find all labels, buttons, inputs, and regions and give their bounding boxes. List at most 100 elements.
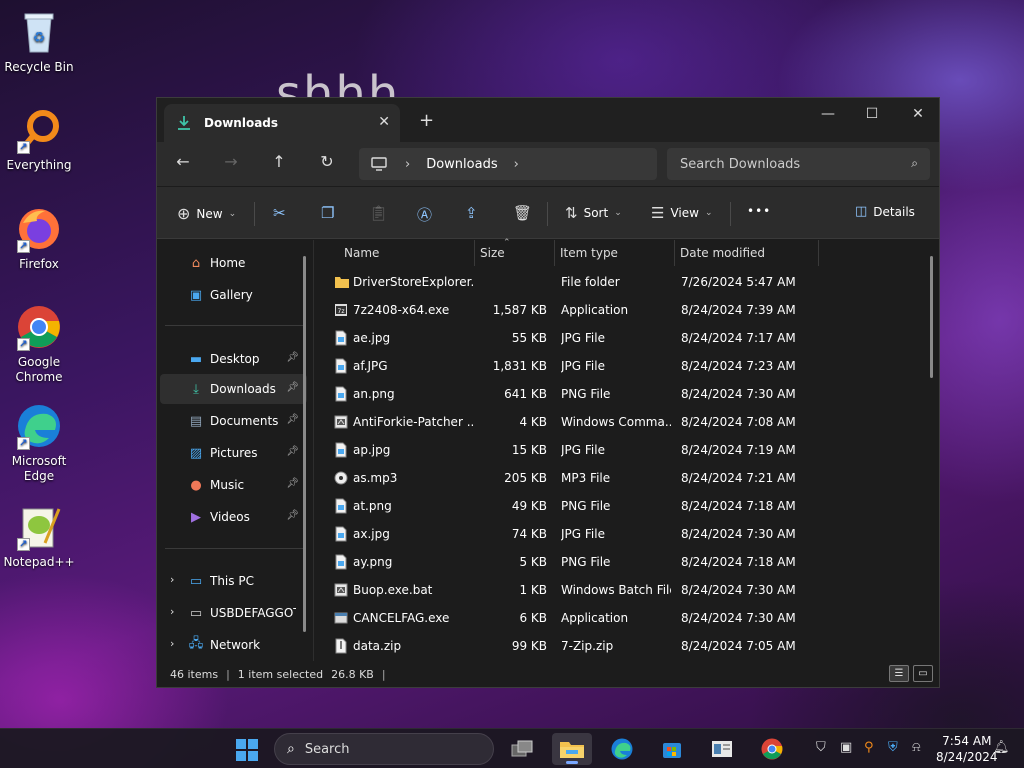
sidebar-item-network[interactable]: › 🖧︎ Network xyxy=(160,630,307,660)
sidebar-item-music[interactable]: ● Music 📌︎ xyxy=(160,470,307,500)
desktop-icon-recycle-bin[interactable]: ♻ Recycle Bin xyxy=(4,8,74,75)
address-bar[interactable]: › Downloads › xyxy=(359,148,657,180)
minimize-button[interactable]: — xyxy=(805,106,851,122)
table-row[interactable]: data.zip 99 KB 7-Zip.zip 8/24/2024 7:05 AM xyxy=(314,632,914,660)
forward-button[interactable]: → xyxy=(219,152,243,171)
search-input[interactable]: Search Downloads xyxy=(680,157,800,172)
cut-button[interactable]: ✂ xyxy=(273,204,286,222)
image-file-icon xyxy=(334,330,348,346)
chevron-right-icon[interactable]: › xyxy=(170,605,174,618)
sidebar-item-pictures[interactable]: ▨ Pictures 📌︎ xyxy=(160,438,307,468)
sidebar-item-videos[interactable]: ▶ Videos 📌︎ xyxy=(160,502,307,532)
table-row[interactable]: CANCELFAG.exe 6 KB Application 8/24/2024 7:… xyxy=(314,604,914,632)
desktop-folder-icon: ▬ xyxy=(189,351,203,367)
chevron-right-icon[interactable]: › xyxy=(170,573,174,586)
sidebar-item-downloads[interactable]: ⤓ Downloads 📌︎ xyxy=(160,374,307,404)
details-pane-button[interactable]: ◫ Details xyxy=(855,204,915,219)
table-row[interactable]: AntiForkie-Patcher ... 4 KB Windows Comma.… xyxy=(314,408,914,436)
column-divider[interactable] xyxy=(474,240,475,266)
breadcrumb-separator[interactable]: › xyxy=(514,157,519,172)
table-row[interactable]: ay.png 5 KB PNG File 8/24/2024 7:18 AM xyxy=(314,548,914,576)
column-divider[interactable] xyxy=(818,240,819,266)
everything-tray-icon[interactable]: ⚲ xyxy=(864,740,874,755)
table-row[interactable]: an.png 641 KB PNG File 8/24/2024 7:30 AM xyxy=(314,380,914,408)
sidebar-item-gallery[interactable]: ▣ Gallery xyxy=(160,280,307,310)
table-row[interactable]: af.JPG 1,831 KB JPG File 8/24/2024 7:23 AM xyxy=(314,352,914,380)
sidebar-item-documents[interactable]: ▤ Documents 📌︎ xyxy=(160,406,307,436)
paste-button[interactable]: 📋︎ xyxy=(369,204,388,222)
column-header-size[interactable]: Size xyxy=(480,246,505,260)
taskbar-chrome[interactable] xyxy=(752,733,792,765)
desktop-icon-firefox[interactable]: ↗ Firefox xyxy=(4,205,74,272)
search-box[interactable]: Search Downloads ⌕ xyxy=(667,148,930,180)
taskbar-microsoft-store[interactable] xyxy=(652,733,692,765)
breadcrumb-separator[interactable]: › xyxy=(405,157,410,172)
downloads-icon: ⤓ xyxy=(193,381,199,397)
taskbar-app[interactable] xyxy=(702,733,742,765)
taskbar-search[interactable]: ⌕ Search xyxy=(274,733,494,765)
desktop-icon-microsoft-edge[interactable]: ↗ Microsoft Edge xyxy=(4,402,74,484)
pin-icon[interactable]: 📌︎ xyxy=(286,382,299,393)
system-clock[interactable]: 7:54 AM 8/24/2024 xyxy=(936,733,998,765)
view-button[interactable]: ☰ View ⌄ xyxy=(651,204,712,222)
taskbar-edge[interactable] xyxy=(602,733,642,765)
table-row[interactable]: ap.jpg 15 KB JPG File 8/24/2024 7:19 AM xyxy=(314,436,914,464)
table-row[interactable]: Buop.exe.bat 1 KB Windows Batch File 8/24/2… xyxy=(314,576,914,604)
new-tab-button[interactable]: + xyxy=(419,110,434,131)
sidebar-item-this-pc[interactable]: › ▭ This PC xyxy=(160,566,307,596)
rename-button[interactable]: Ⓐ xyxy=(417,204,432,225)
start-button[interactable] xyxy=(236,739,258,761)
share-button[interactable]: ⇪ xyxy=(465,204,478,222)
table-row[interactable]: as.mp3 205 KB MP3 File 8/24/2024 7:21 AM xyxy=(314,464,914,492)
tab-downloads[interactable]: Downloads ✕ xyxy=(164,104,400,142)
more-options-button[interactable]: ••• xyxy=(747,204,771,218)
notifications-bell-icon[interactable]: 🔔︎ xyxy=(993,740,1010,755)
battery-tray-icon[interactable]: ⍾ xyxy=(912,740,921,755)
desktop-icon-label: Everything xyxy=(6,158,72,172)
taskbar-file-explorer[interactable] xyxy=(552,733,592,765)
sort-button[interactable]: ⇅ Sort ⌄ xyxy=(565,204,622,222)
security-tray-icon[interactable]: ⛨ xyxy=(888,740,898,755)
delete-button[interactable]: 🗑︎ xyxy=(513,204,532,222)
pin-icon[interactable]: 📌︎ xyxy=(286,478,299,489)
chevron-right-icon[interactable]: › xyxy=(170,637,174,650)
column-header-type[interactable]: Item type xyxy=(560,246,618,260)
table-row[interactable]: ae.jpg 55 KB JPG File 8/24/2024 7:17 AM xyxy=(314,324,914,352)
tab-close-icon[interactable]: ✕ xyxy=(378,114,390,130)
downloads-icon xyxy=(178,116,190,130)
column-header-date[interactable]: Date modified xyxy=(680,246,765,260)
table-row[interactable]: at.png 49 KB PNG File 8/24/2024 7:18 AM xyxy=(314,492,914,520)
new-button[interactable]: ⊕ New ⌄ xyxy=(177,204,236,223)
sidebar-item-usb-drive[interactable]: › ▭ USBDEFAGGOT ( xyxy=(160,598,307,628)
defender-tray-icon[interactable]: ⛉ xyxy=(816,740,826,755)
desktop-icon-notepad-plus-plus[interactable]: ↗ Notepad++ xyxy=(3,503,75,570)
network-tray-icon[interactable]: ▣ xyxy=(840,740,852,755)
column-divider[interactable] xyxy=(554,240,555,266)
column-header-name[interactable]: Name xyxy=(344,246,379,260)
pin-icon[interactable]: 📌︎ xyxy=(286,446,299,457)
refresh-button[interactable]: ↻ xyxy=(315,152,339,171)
table-row[interactable]: DriverStoreExplorer.... File folder 7/26/2… xyxy=(314,268,914,296)
table-row[interactable]: ax.jpg 74 KB JPG File 8/24/2024 7:30 AM xyxy=(314,520,914,548)
breadcrumb-current[interactable]: Downloads xyxy=(426,157,497,172)
pin-icon[interactable]: 📌︎ xyxy=(286,510,299,521)
pin-icon[interactable]: 📌︎ xyxy=(286,414,299,425)
column-divider[interactable] xyxy=(674,240,675,266)
tiles-view-icon[interactable]: ▭ xyxy=(913,665,933,682)
table-row[interactable]: 7z 7z2408-x64.exe 1,587 KB Application 8/24/… xyxy=(314,296,914,324)
sidebar-item-home[interactable]: ⌂ Home xyxy=(160,248,307,278)
desktop-icon-google-chrome[interactable]: ↗ Google Chrome xyxy=(4,303,74,385)
copy-button[interactable]: ❐ xyxy=(321,204,334,222)
file-list-scrollbar[interactable] xyxy=(930,256,933,378)
pin-icon[interactable]: 📌︎ xyxy=(286,352,299,363)
close-button[interactable]: ✕ xyxy=(895,106,941,122)
sidebar-item-desktop[interactable]: ▬ Desktop 📌︎ xyxy=(160,344,307,374)
file-size: 15 KB xyxy=(511,443,547,457)
desktop-icon-everything[interactable]: ↗ Everything xyxy=(4,106,74,173)
details-view-icon[interactable]: ☰ xyxy=(889,665,909,682)
task-view-button[interactable] xyxy=(502,733,542,765)
maximize-button[interactable]: ☐ xyxy=(849,106,895,122)
sidebar-scrollbar[interactable] xyxy=(303,256,306,632)
up-button[interactable]: ↑ xyxy=(267,152,291,171)
back-button[interactable]: ← xyxy=(171,152,195,171)
